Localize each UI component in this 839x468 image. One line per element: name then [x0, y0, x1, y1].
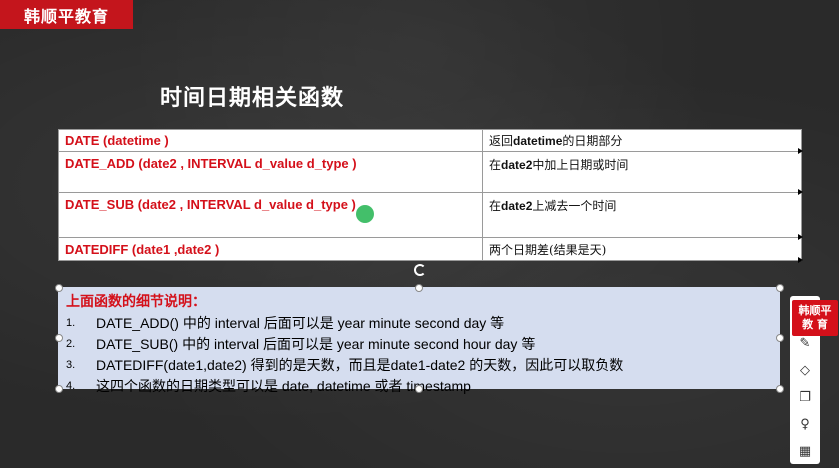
list-item: 2. DATE_SUB() 中的 interval 后面可以是 year minu… — [66, 334, 772, 355]
resize-handle[interactable] — [55, 284, 63, 292]
resize-handle[interactable] — [776, 385, 784, 393]
list-text: DATEDIFF(date1,date2) 得到的是天数，而且是date1-da… — [96, 357, 624, 373]
side-logo-line2: 教 育 — [802, 318, 828, 331]
bulb-icon[interactable]: ♀ — [795, 414, 815, 434]
list-number: 2. — [66, 338, 76, 350]
copy-icon[interactable]: ❐ — [795, 387, 815, 407]
function-description: 返回datetime的日期部分 — [482, 129, 803, 154]
resize-handle[interactable] — [415, 385, 423, 393]
function-signature: DATE (datetime ) — [58, 129, 483, 152]
list-item: 3. DATEDIFF(date1,date2) 得到的是天数，而且是date1-… — [66, 355, 772, 376]
desc-post: 的日期部分 — [562, 134, 623, 148]
list-item: 1. DATE_ADD() 中的 interval 后面可以是 year minu… — [66, 313, 772, 334]
table-row: DATEDIFF (date1 ,date2 ) 两个日期差(结果是天) — [58, 237, 803, 263]
desc-post: 上减去一个时间 — [532, 199, 617, 213]
resize-handle[interactable] — [776, 284, 784, 292]
pointer-cursor-icon — [356, 205, 374, 223]
list-text: DATE_ADD() 中的 interval 后面可以是 year minute… — [96, 315, 505, 331]
notes-title: 上面函数的细节说明： — [66, 293, 206, 309]
resize-handle[interactable] — [55, 334, 63, 342]
rotate-handle-icon[interactable] — [414, 264, 426, 276]
brand-logo: 韩顺平教育 — [0, 0, 133, 29]
resize-handle[interactable] — [776, 334, 784, 342]
notes-box[interactable]: 上面函数的细节说明： 1. DATE_ADD() 中的 interval 后面可以… — [58, 287, 780, 394]
eraser-icon[interactable]: ◇ — [795, 360, 815, 380]
pen-icon[interactable]: ✎ — [795, 333, 815, 353]
function-signature: DATE_ADD (date2 , INTERVAL d_value d_typ… — [58, 151, 483, 193]
function-description: 两个日期差(结果是天) — [482, 237, 803, 263]
list-number: 4. — [66, 380, 76, 392]
desc-pre: 返回 — [489, 134, 514, 148]
desc-bold: date2 — [501, 199, 533, 213]
slide-title: 时间日期相关函数 — [160, 86, 345, 111]
function-description: 在date2中加上日期或时间 — [482, 151, 803, 195]
desc-pre: 两个日期差(结果是天) — [489, 242, 607, 257]
side-logo-line1: 韩顺平 — [798, 304, 832, 317]
desc-pre: 在 — [489, 158, 502, 172]
function-description: 在date2上减去一个时间 — [482, 192, 803, 240]
side-brand-logo: 韩顺平 教 育 — [792, 300, 838, 336]
desc-post: 中加上日期或时间 — [532, 158, 629, 172]
desc-bold: datetime — [513, 134, 563, 148]
arrow-icon — [798, 257, 803, 263]
table-row: DATE (datetime ) 返回datetime的日期部分 — [58, 129, 803, 154]
list-number: 3. — [66, 359, 76, 371]
grid-icon[interactable]: ▦ — [795, 441, 815, 461]
function-table: DATE (datetime ) 返回datetime的日期部分 DATE_AD… — [58, 129, 803, 263]
function-signature: DATEDIFF (date1 ,date2 ) — [58, 237, 483, 261]
desc-bold: date2 — [501, 158, 533, 172]
list-number: 1. — [66, 317, 76, 329]
resize-handle[interactable] — [415, 284, 423, 292]
resize-handle[interactable] — [55, 385, 63, 393]
desc-pre: 在 — [489, 199, 502, 213]
table-row: DATE_SUB (date2 , INTERVAL d_value d_typ… — [58, 192, 803, 240]
table-row: DATE_ADD (date2 , INTERVAL d_value d_typ… — [58, 151, 803, 195]
list-text: DATE_SUB() 中的 interval 后面可以是 year minute… — [96, 336, 536, 352]
function-signature: DATE_SUB (date2 , INTERVAL d_value d_typ… — [58, 192, 483, 238]
